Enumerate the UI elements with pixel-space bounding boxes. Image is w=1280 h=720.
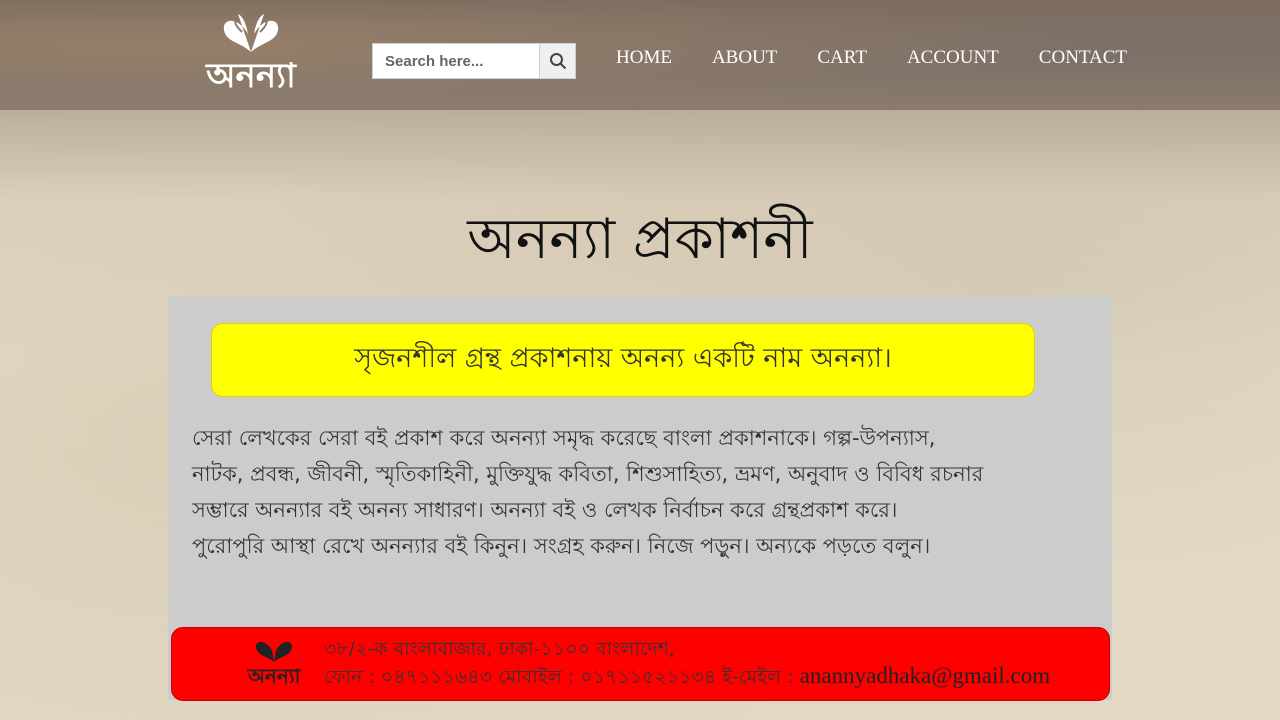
nav-about[interactable]: ABOUT [692, 46, 797, 70]
banner-line: নাটক, প্রবন্ধ, জীবনী, স্মৃতিকাহিনী, মুক্… [192, 462, 984, 486]
search-form [372, 43, 576, 79]
search-button[interactable] [539, 44, 575, 78]
page-title: অনন্যা প্রকাশনী [467, 207, 813, 272]
contact-address: ৩৮/২-ক বাংলাবাজার, ঢাকা-১১০০ বাংলাদেশ, [324, 638, 675, 660]
main-nav: HOME ABOUT CART ACCOUNT CONTACT [596, 46, 1147, 70]
site-logo[interactable]: অনন্যা [190, 12, 312, 98]
banner-description: সেরা লেখকের সেরা বই প্রকাশ করে অনন্যা সম… [192, 420, 1092, 564]
site-header: অনন্যা HOME ABOUT CART ACCOUNT CONTACT [0, 0, 1280, 110]
banner-line: সেরা লেখকের সেরা বই প্রকাশ করে অনন্যা সম… [192, 426, 936, 450]
banner-line: পুরোপুরি আস্থা রেখে অনন্যার বই কিনুন। সং… [192, 534, 931, 558]
search-icon [549, 53, 566, 70]
butterfly-icon [223, 14, 279, 52]
contact-phone-line: ফোন : ০৪৭১১১৬৪৩ মোবাইল : ০১৭১১৫২১১৩৪ ই-ম… [324, 663, 1050, 690]
banner-line: সম্ভারে অনন্যার বই অনন্য সাধারণ। অনন্যা … [192, 498, 898, 522]
contact-email: anannyadhaka@gmail.com [799, 663, 1051, 688]
nav-home[interactable]: HOME [596, 46, 692, 70]
footer-logo: অনন্যা [234, 636, 314, 694]
contact-phone: ফোন : ০৪৭১১১৬৪৩ মোবাইল : ০১৭১১৫২১১৩৪ ই-ম… [324, 666, 800, 688]
promo-banner: সৃজনশীল গ্রন্থ প্রকাশনায় অনন্য একটি নাম… [168, 296, 1112, 701]
footer-logo-text: অনন্যা [247, 664, 301, 688]
butterfly-icon [255, 641, 293, 662]
nav-cart[interactable]: CART [797, 46, 887, 70]
nav-account[interactable]: ACCOUNT [887, 46, 1019, 70]
search-input[interactable] [373, 44, 533, 78]
nav-contact[interactable]: CONTACT [1019, 46, 1147, 70]
logo-text: অনন্যা [206, 56, 296, 96]
banner-contact-bar: অনন্যা ৩৮/২-ক বাংলাবাজার, ঢাকা-১১০০ বাংল… [171, 627, 1110, 701]
banner-tagline: সৃজনশীল গ্রন্থ প্রকাশনায় অনন্য একটি নাম… [211, 323, 1035, 397]
